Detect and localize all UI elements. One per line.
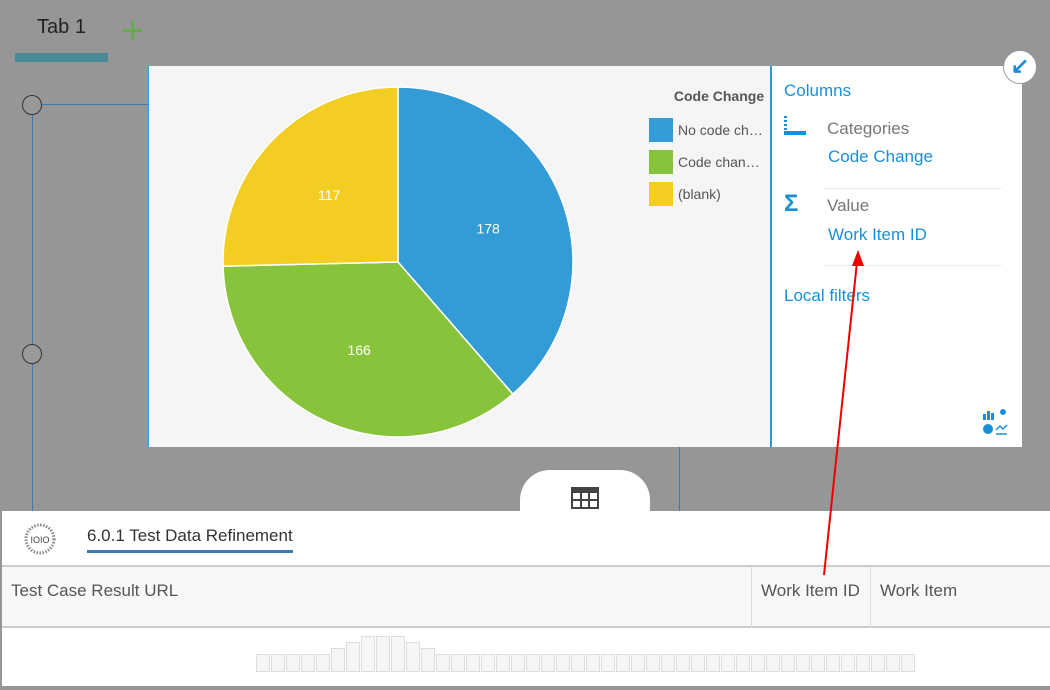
categories-value[interactable]: Code Change [828,147,933,167]
loading-bar [271,654,285,672]
legend-item[interactable]: (blank) [649,178,771,210]
loading-bar [451,654,465,672]
loading-bar [676,654,690,672]
connector-line [679,446,680,512]
loading-bar [646,654,660,672]
node-handle[interactable] [22,95,42,115]
loading-bar [901,654,915,672]
columns-panel: Columns Categories Code Change Σ Value W… [770,66,1022,447]
sigma-icon: Σ [784,190,799,217]
tab-label: Tab 1 [37,16,86,38]
loading-bar [436,654,450,672]
add-tab-plus-icon[interactable]: + [121,11,144,51]
loading-bar [796,654,810,672]
column-header[interactable]: Work Item [871,567,1050,628]
divider [824,265,1002,266]
loading-bar [316,654,330,672]
loading-bar [571,654,585,672]
loading-bar [631,654,645,672]
node-handle[interactable] [22,344,42,364]
loading-bar [511,654,525,672]
loading-bar [331,648,345,672]
column-header[interactable]: Work Item ID [752,567,871,628]
loading-bar [721,654,735,672]
pie-chart: 178 166 117 [222,86,574,438]
loading-bar [556,654,570,672]
tab-1[interactable]: Tab 1 [15,0,108,62]
loading-bar [706,654,720,672]
value-field[interactable]: Work Item ID [828,225,927,245]
data-label: 117 [318,187,341,203]
loading-bar [841,654,855,672]
loading-bar [256,654,270,672]
data-table-panel: IOIO 6.0.1 Test Data Refinement Test Cas… [2,511,1050,686]
loading-bar [781,654,795,672]
legend: Code Change No code ch… Code chan… (blank) [649,88,771,210]
loading-bar [826,654,840,672]
pie-slice[interactable] [222,86,399,267]
value-label: Value [827,196,870,215]
loading-bar [286,654,300,672]
categories-icon [784,116,806,135]
columns-heading: Columns [784,81,852,100]
legend-swatch [649,182,673,206]
legend-title: Code Change [673,88,765,104]
loading-bar [601,654,615,672]
loading-bar [301,654,315,672]
table-icon [571,487,599,509]
loading-bar [346,642,360,672]
svg-text:IOIO: IOIO [30,535,49,545]
loading-bar [661,654,675,672]
dataset-logo-icon: IOIO [24,523,56,555]
chart-type-icon[interactable] [982,408,1008,436]
loading-indicator [256,636,915,672]
column-header[interactable]: Test Case Result URL [2,567,752,628]
chart-card: 178 166 117 Code Change No code ch… Code ch… [148,66,1022,447]
connector-line [32,104,33,514]
loading-bar [616,654,630,672]
loading-bar [421,648,435,672]
loading-bar [391,636,405,672]
loading-bar [406,642,420,672]
data-label: 178 [476,220,500,236]
collapse-arrow-icon[interactable]: ↙ [1003,50,1037,84]
table-toggle-button[interactable] [520,470,650,514]
loading-bar [526,654,540,672]
loading-bar [376,636,390,672]
loading-bar [361,636,375,672]
legend-item[interactable]: No code ch… [649,114,771,146]
legend-swatch [649,118,673,142]
legend-label: (blank) [678,186,721,202]
loading-bar [886,654,900,672]
loading-bar [481,654,495,672]
loading-bar [811,654,825,672]
divider [824,188,1002,189]
loading-bar [766,654,780,672]
loading-bar [871,654,885,672]
legend-swatch [649,150,673,174]
loading-bar [691,654,705,672]
loading-bar [586,654,600,672]
data-label: 166 [347,342,371,358]
loading-bar [751,654,765,672]
legend-label: Code chan… [678,154,760,170]
legend-label: No code ch… [678,122,763,138]
table-header: Test Case Result URL Work Item ID Work I… [2,565,1050,628]
loading-bar [496,654,510,672]
categories-label: Categories [827,119,910,138]
legend-item[interactable]: Code chan… [649,146,771,178]
connector-line [42,104,152,105]
loading-bar [736,654,750,672]
loading-bar [856,654,870,672]
loading-bar [466,654,480,672]
local-filters-link[interactable]: Local filters [784,286,870,306]
loading-bar [541,654,555,672]
dataset-title-tab[interactable]: 6.0.1 Test Data Refinement [87,526,293,553]
